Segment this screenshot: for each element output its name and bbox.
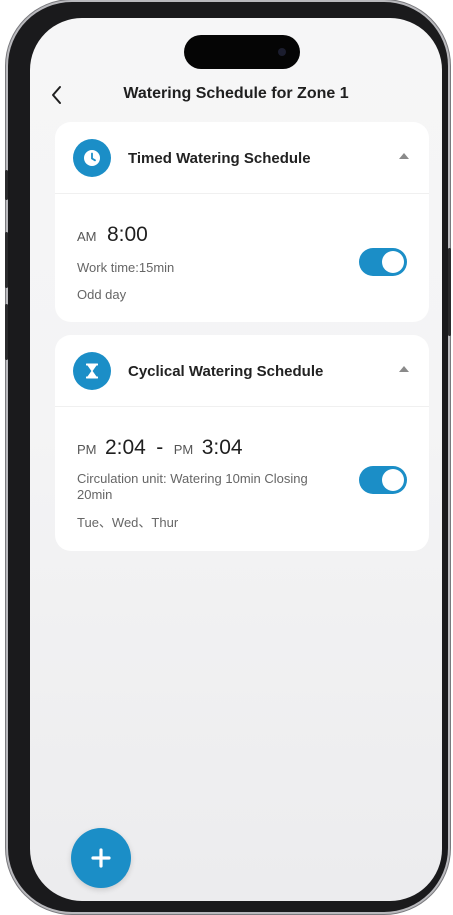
- timed-schedule-header[interactable]: Timed Watering Schedule: [55, 122, 429, 194]
- timed-schedule-toggle[interactable]: [359, 248, 407, 276]
- volume-up-button: [5, 232, 8, 288]
- start-period: PM: [77, 442, 97, 457]
- phone-frame: Watering Schedule for Zone 1 Timed Water…: [5, 2, 451, 912]
- timed-schedule-card: Timed Watering Schedule AM 8:00 Work tim…: [55, 122, 429, 322]
- time-separator: -: [156, 436, 164, 459]
- circulation-text: Circulation unit: Watering 10min Closing…: [77, 471, 308, 502]
- cyclical-schedule-card: Cyclical Watering Schedule PM 2:04 - PM …: [55, 335, 429, 551]
- days-text: Tue、Wed、Thur: [77, 515, 179, 530]
- timed-schedule-title: Timed Watering Schedule: [128, 150, 311, 167]
- work-time-text: Work time:15min: [77, 260, 175, 275]
- hourglass-icon: [73, 352, 111, 390]
- toggle-knob: [382, 251, 404, 273]
- start-time: 2:04: [104, 436, 146, 459]
- days-text: Odd day: [77, 287, 127, 302]
- volume-down-button: [5, 304, 8, 360]
- app-screen: Watering Schedule for Zone 1 Timed Water…: [30, 18, 442, 901]
- time-range-row: PM 2:04 - PM 3:04: [77, 436, 243, 460]
- plus-icon: [91, 848, 111, 868]
- camera-icon: [278, 48, 286, 56]
- start-time-row: AM 8:00: [77, 223, 148, 247]
- toggle-knob: [382, 469, 404, 491]
- dynamic-island: [184, 35, 300, 69]
- collapse-icon[interactable]: [399, 153, 409, 159]
- start-period: AM: [77, 229, 97, 244]
- end-period: PM: [173, 442, 194, 457]
- power-button: [448, 248, 451, 336]
- start-time: 8:00: [106, 223, 148, 246]
- silent-switch: [5, 170, 8, 200]
- cyclical-schedule-header[interactable]: Cyclical Watering Schedule: [55, 335, 429, 407]
- add-schedule-button[interactable]: [71, 828, 131, 888]
- cyclical-schedule-toggle[interactable]: [359, 466, 407, 494]
- clock-icon: [73, 139, 111, 177]
- cyclical-schedule-title: Cyclical Watering Schedule: [128, 363, 324, 380]
- page-title: Watering Schedule for Zone 1: [123, 85, 349, 102]
- end-time: 3:04: [201, 436, 243, 459]
- collapse-icon[interactable]: [399, 366, 409, 372]
